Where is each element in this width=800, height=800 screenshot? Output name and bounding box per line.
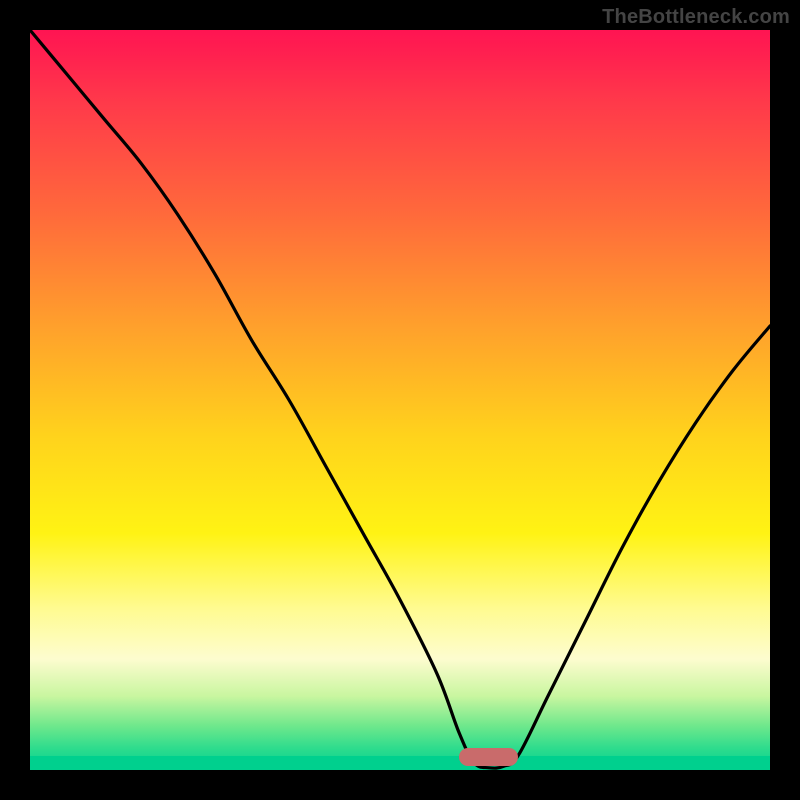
watermark-text: TheBottleneck.com (602, 6, 790, 29)
optimal-marker (459, 748, 518, 766)
plot-area (30, 30, 770, 770)
curve-path (30, 30, 770, 768)
bottleneck-curve (30, 30, 770, 770)
chart-frame: TheBottleneck.com (0, 0, 800, 800)
